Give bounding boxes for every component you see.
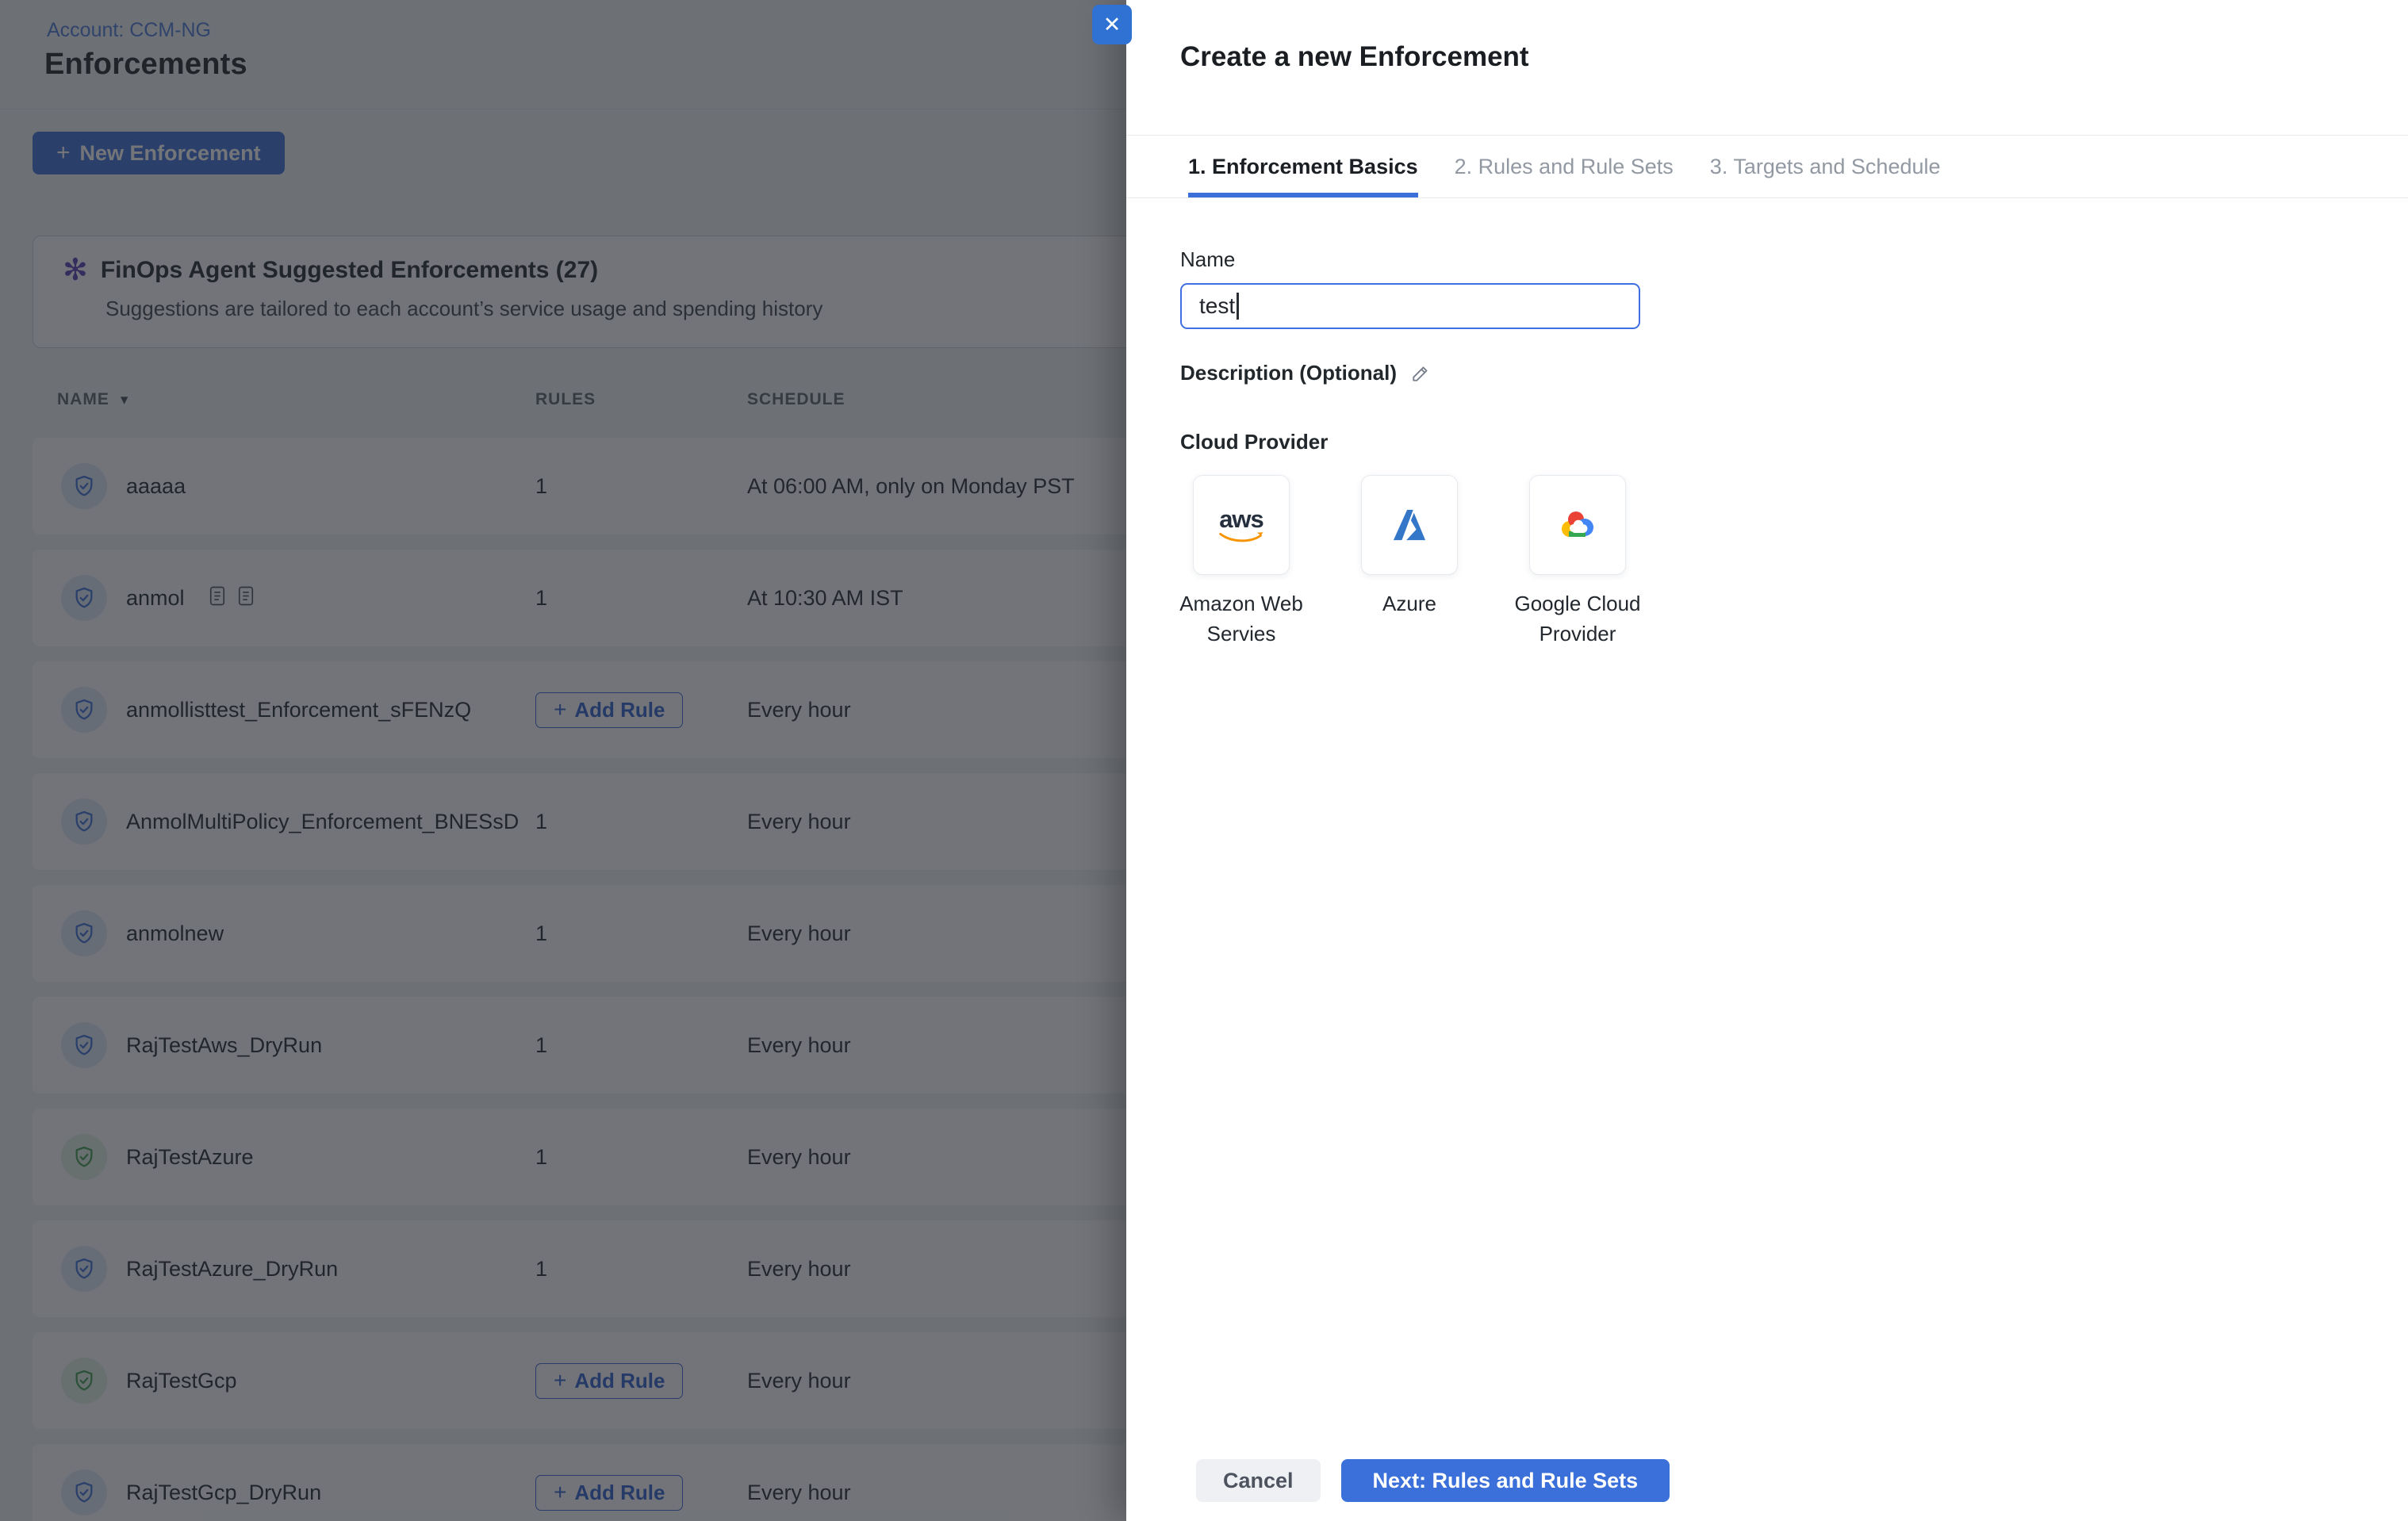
description-label: Description (Optional) (1180, 361, 1397, 385)
screen: Account: CCM-NG Enforcements + New Enfor… (0, 0, 2408, 1521)
tab-targets-and-schedule[interactable]: 3. Targets and Schedule (1710, 136, 1941, 197)
gcp-logo (1559, 509, 1597, 541)
name-field-label: Name (1180, 247, 2408, 272)
provider-label: Google Cloud Provider (1508, 589, 1647, 649)
provider-card-azure[interactable]: Azure (1361, 475, 1458, 649)
provider-card-gcp[interactable]: Google Cloud Provider (1529, 475, 1626, 649)
cloud-provider-label: Cloud Provider (1180, 430, 2408, 454)
aws-smile-icon (1218, 531, 1264, 544)
aws-logo: aws (1193, 475, 1290, 575)
pencil-icon (1409, 362, 1432, 385)
cloud-provider-options: awsAmazon Web Servies Azure Google Cloud P… (1180, 475, 2408, 649)
provider-card-aws[interactable]: awsAmazon Web Servies (1193, 475, 1290, 649)
aws-logo-text: aws (1219, 507, 1263, 531)
close-drawer-button[interactable]: ✕ (1092, 5, 1132, 44)
gcp-logo (1529, 475, 1626, 575)
drawer-footer: Cancel Next: Rules and Rule Sets (1196, 1459, 1670, 1502)
wizard-tabs: 1. Enforcement Basics 2. Rules and Rule S… (1126, 135, 2408, 198)
cancel-button[interactable]: Cancel (1196, 1459, 1321, 1502)
next-button[interactable]: Next: Rules and Rule Sets (1341, 1459, 1670, 1502)
provider-label: Azure (1340, 589, 1479, 619)
azure-logo (1391, 508, 1428, 542)
tab-enforcement-basics[interactable]: 1. Enforcement Basics (1188, 136, 1418, 197)
drawer-title: Create a new Enforcement (1180, 41, 2408, 73)
edit-description-button[interactable] (1409, 362, 1432, 385)
azure-logo (1361, 475, 1458, 575)
provider-label: Amazon Web Servies (1171, 589, 1311, 649)
name-input-value: test (1199, 293, 1235, 319)
name-input[interactable]: test (1180, 283, 1640, 329)
text-cursor (1237, 293, 1239, 320)
close-icon: ✕ (1103, 13, 1122, 37)
tab-rules-and-rule-sets[interactable]: 2. Rules and Rule Sets (1455, 136, 1674, 197)
create-enforcement-drawer: Create a new Enforcement 1. Enforcement … (1126, 0, 2408, 1521)
